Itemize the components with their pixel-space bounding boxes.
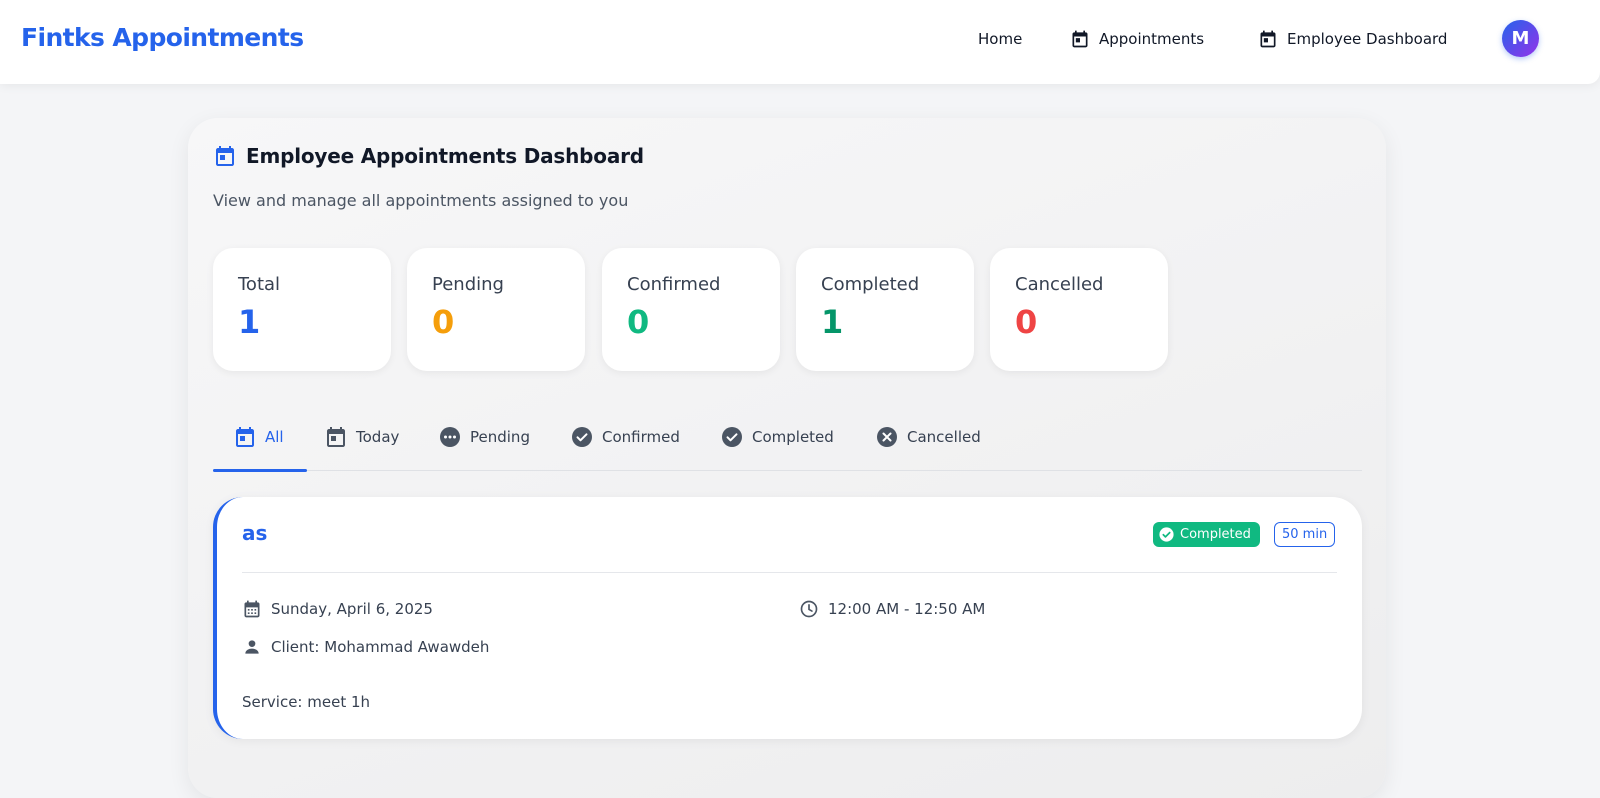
stat-card-pending: Pending 0 [407,248,585,371]
calendar-icon [1070,29,1090,49]
appointment-service: Service: meet 1h [242,693,371,711]
stat-value: 0 [432,303,455,341]
stat-label: Pending [432,274,504,295]
check-circle-icon [570,425,594,449]
appointment-title: as [242,521,268,545]
page-title-text: Employee Appointments Dashboard [246,144,644,168]
nav-home-link[interactable]: Home [978,27,1022,51]
page-subtitle: View and manage all appointments assigne… [213,191,629,210]
stat-card-completed: Completed 1 [796,248,974,371]
tab-label: All [265,428,284,446]
nav-home-label: Home [978,30,1023,48]
calendar-month-icon [242,599,262,619]
tab-label: Completed [752,428,834,446]
dashboard-panel: Employee Appointments Dashboard View and… [188,118,1386,798]
nav-employee-dashboard-label: Employee Dashboard [1287,30,1448,48]
calendar-icon [1258,29,1278,49]
divider [242,572,1337,573]
appointment-time: 12:00 AM - 12:50 AM [828,600,986,618]
calendar-icon [233,425,257,449]
tab-pending[interactable]: Pending [438,403,530,471]
stat-label: Completed [821,274,920,295]
tab-label: Cancelled [907,428,981,446]
tab-label: Pending [470,428,530,446]
appointment-time-row: 12:00 AM - 12:50 AM [799,599,985,619]
active-tab-indicator [213,469,307,472]
nav-appointments-link[interactable]: Appointments [1070,27,1204,51]
stat-value: 1 [821,303,844,341]
cancel-icon [875,425,899,449]
appointment-card[interactable]: as Completed 50 min Sunday, April 6, 202… [213,497,1362,739]
brand-logo-text[interactable]: Fintks Appointments [21,23,304,52]
tab-label: Confirmed [602,428,680,446]
calendar-icon [213,144,237,168]
stat-value: 0 [1015,303,1038,341]
stat-card-cancelled: Cancelled 0 [990,248,1168,371]
stat-label: Confirmed [627,274,721,295]
top-navigation-bar: Fintks Appointments Home Appointments Em… [0,0,1600,84]
appointment-client: Client: Mohammad Awawdeh [271,638,490,656]
appointment-client-row: Client: Mohammad Awawdeh [242,637,489,657]
calendar-today-icon [324,425,348,449]
clock-icon [799,599,819,619]
status-badge-label: Completed [1180,527,1251,542]
nav-employee-dashboard-link[interactable]: Employee Dashboard [1258,27,1447,51]
stat-label: Cancelled [1015,274,1104,295]
person-icon [242,637,262,657]
page-title: Employee Appointments Dashboard [213,144,644,168]
tab-confirmed[interactable]: Confirmed [570,403,680,471]
tab-cancelled[interactable]: Cancelled [875,403,981,471]
tab-all[interactable]: All [233,403,284,471]
appointment-service-row: Service: meet 1h [242,693,370,711]
stat-card-total: Total 1 [213,248,391,371]
stat-card-confirmed: Confirmed 0 [602,248,780,371]
appointment-date: Sunday, April 6, 2025 [271,600,433,618]
stat-value: 0 [627,303,650,341]
user-avatar[interactable]: M [1502,20,1539,57]
tab-today[interactable]: Today [324,403,399,471]
stat-label: Total [238,274,281,295]
tab-completed[interactable]: Completed [720,403,834,471]
duration-badge: 50 min [1274,522,1336,547]
tab-label: Today [356,428,400,446]
status-badge: Completed [1153,522,1260,547]
stat-value: 1 [238,303,261,341]
check-circle-icon [720,425,744,449]
check-circle-icon [1158,526,1175,543]
pending-icon [438,425,462,449]
nav-appointments-label: Appointments [1099,30,1205,48]
appointment-date-row: Sunday, April 6, 2025 [242,599,433,619]
status-tabs: All Today Pending Confirmed Completed Ca… [213,403,1362,472]
